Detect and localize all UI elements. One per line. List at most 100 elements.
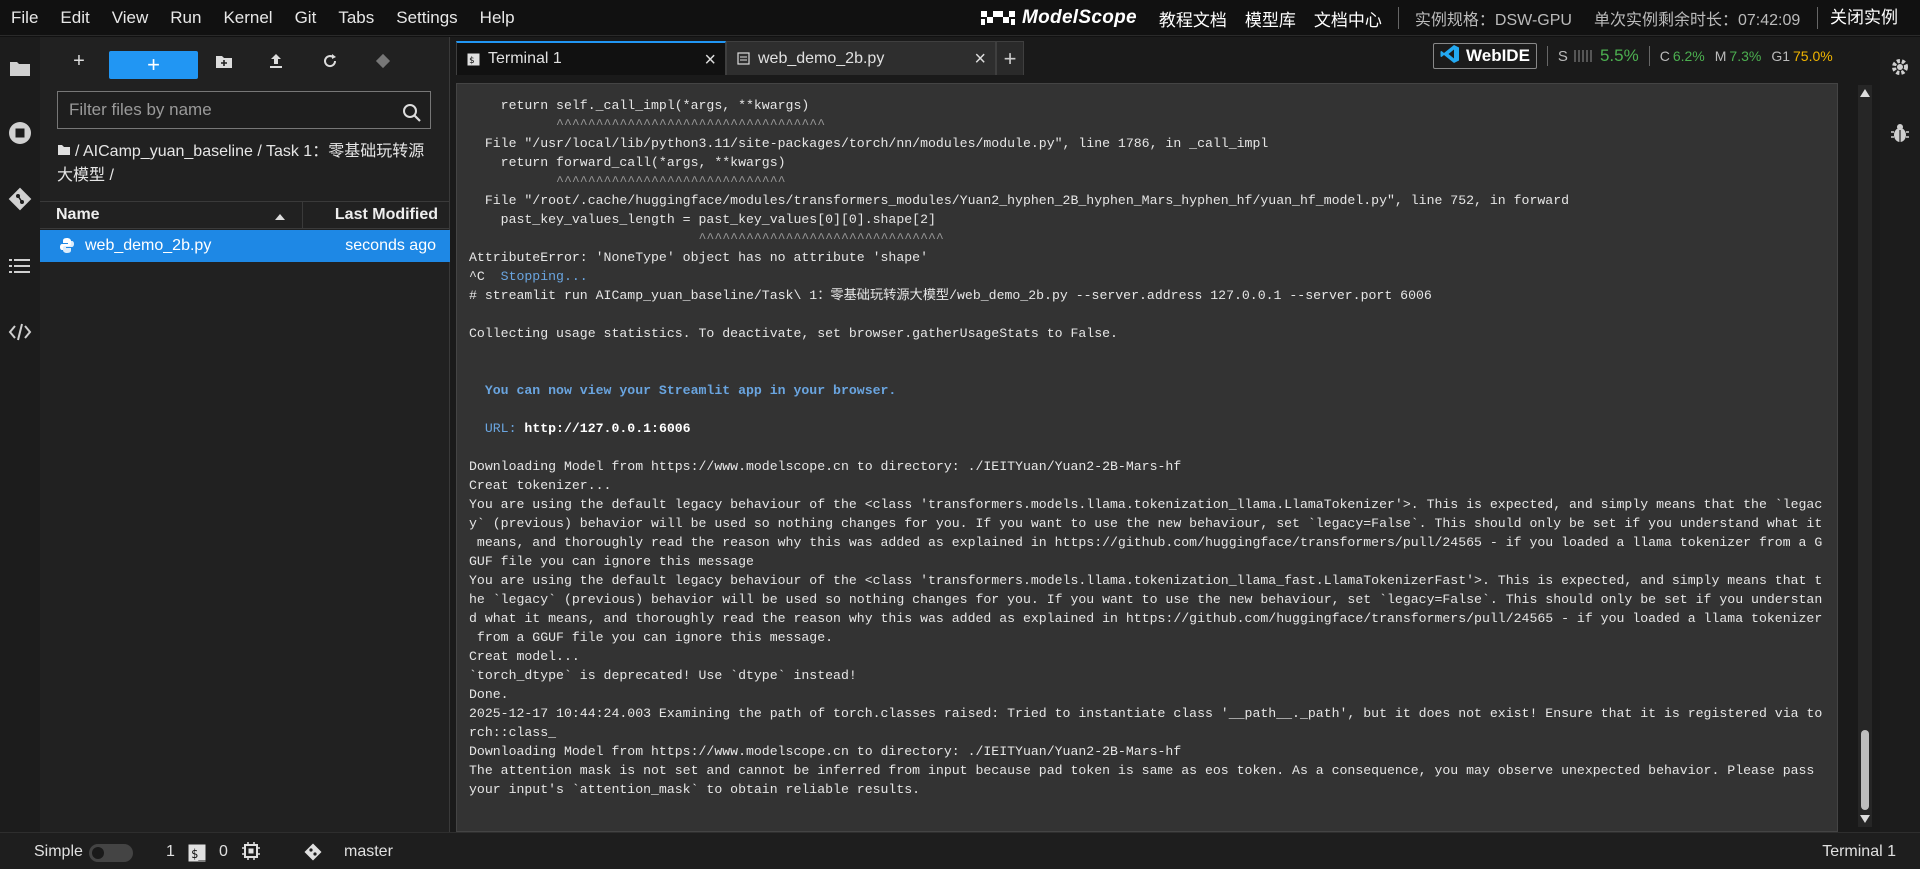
s-meter-value: 5.5% xyxy=(1599,46,1639,65)
file-name: web_demo_2b.py xyxy=(85,237,212,254)
menu-file[interactable]: File xyxy=(0,0,49,36)
terminal-line: means, and thoroughly read the reason wh… xyxy=(469,535,1823,550)
terminal-icon: $ xyxy=(467,53,480,66)
terminal-line: past_key_values_length = past_key_values… xyxy=(469,212,936,227)
filter-placeholder: Filter files by name xyxy=(69,100,212,119)
terminal-status-icon[interactable]: $_ xyxy=(188,844,206,867)
file-list-item[interactable]: web_demo_2b.py seconds ago xyxy=(40,230,450,262)
terminal-line: d what it means, and thoroughly read the… xyxy=(469,611,1823,626)
python-icon xyxy=(59,237,75,259)
list-icon[interactable] xyxy=(6,252,34,280)
modelscope-logo[interactable]: ModelScope xyxy=(980,7,1137,29)
modelscope-logo-text: ModelScope xyxy=(1022,7,1137,28)
tab-label: web_demo_2b.py xyxy=(758,49,885,67)
left-activity-rail xyxy=(0,37,40,832)
terminal-line: ^^^^^^^^^^^^^^^^^^^^^^^^^^^^^^^^^^ xyxy=(469,117,826,132)
filter-files-input[interactable]: Filter files by name xyxy=(57,91,431,129)
right-activity-rail xyxy=(1880,37,1920,832)
new-launcher-button[interactable]: + xyxy=(109,51,198,79)
terminal-line: AttributeError: 'NoneType' object has no… xyxy=(469,250,928,265)
new-file-icon[interactable]: + xyxy=(65,48,93,74)
meter-divider xyxy=(1546,46,1548,66)
code-icon[interactable] xyxy=(6,318,34,346)
terminal-line: `torch_dtype` is deprecated! Use `dtype`… xyxy=(469,668,857,683)
breadcrumb-folder-icon[interactable] xyxy=(57,140,71,164)
s-meter-bars xyxy=(1573,50,1592,62)
terminal-line: Creat tokenizer... xyxy=(469,478,612,493)
breadcrumb: / AICamp_yuan_baseline / Task 1：零基础玩转源大模… xyxy=(57,140,437,188)
menu-settings[interactable]: Settings xyxy=(385,0,468,36)
sort-ascending-icon xyxy=(274,208,286,226)
g-meter-label: G1 xyxy=(1771,48,1791,64)
terminal-line: ^C Stopping... xyxy=(469,269,588,284)
webide-label: WebIDE xyxy=(1466,46,1530,65)
menu-view[interactable]: View xyxy=(101,0,160,36)
link-docs[interactable]: 文档中心 xyxy=(1314,6,1382,31)
scroll-up-icon[interactable] xyxy=(1860,89,1870,97)
git-branch-icon[interactable] xyxy=(303,842,323,867)
resource-monitor: WebIDE S 5.5% C 6.2% M 7.3% G1 75.0% xyxy=(1433,41,1833,71)
tab-bar: $ Terminal 1 × web_demo_2b.py × + xyxy=(456,41,1024,75)
webide-button[interactable]: WebIDE xyxy=(1433,43,1537,69)
terminal-line: Collecting usage statistics. To deactiva… xyxy=(469,326,1118,341)
close-divider xyxy=(1817,7,1818,29)
link-model-hub[interactable]: 模型库 xyxy=(1245,6,1296,31)
upload-icon[interactable] xyxy=(262,48,290,74)
menu-tabs[interactable]: Tabs xyxy=(327,0,385,36)
scroll-down-icon[interactable] xyxy=(1860,815,1870,823)
bug-icon[interactable] xyxy=(1886,119,1914,147)
folder-icon[interactable] xyxy=(6,54,34,82)
terminal-line: your input's `attention_mask` to obtain … xyxy=(469,782,921,797)
vscode-icon xyxy=(1440,44,1460,69)
menu-help[interactable]: Help xyxy=(469,0,526,36)
breadcrumb-path[interactable]: / AICamp_yuan_baseline / Task 1：零基础玩转源大模… xyxy=(57,143,424,184)
refresh-icon[interactable] xyxy=(316,48,344,74)
menu-edit[interactable]: Edit xyxy=(49,0,100,36)
menu-git[interactable]: Git xyxy=(284,0,328,36)
terminals-count[interactable]: 1 xyxy=(166,843,175,861)
file-browser-toolbar: + + xyxy=(40,43,450,79)
terminal-line: return self._call_impl(*args, **kwargs) xyxy=(469,98,810,113)
kernels-count[interactable]: 0 xyxy=(219,843,228,861)
gear-icon[interactable] xyxy=(1886,53,1914,81)
terminal-line: Done. xyxy=(469,687,509,702)
terminal-line: ^^^^^^^^^^^^^^^^^^^^^^^^^^^^^^^ xyxy=(469,231,944,246)
terminal-line: Downloading Model from https://www.model… xyxy=(469,744,1182,759)
kernel-status-icon[interactable] xyxy=(242,842,260,865)
g-meter-value: 75.0% xyxy=(1793,48,1833,64)
close-icon[interactable]: × xyxy=(974,48,986,71)
s-meter-label: S xyxy=(1557,47,1568,65)
menu-run[interactable]: Run xyxy=(159,0,212,36)
column-name[interactable]: Name xyxy=(56,206,100,224)
column-divider[interactable] xyxy=(302,202,303,228)
new-folder-icon[interactable] xyxy=(210,48,238,74)
terminal-line: File "/root/.cache/huggingface/modules/t… xyxy=(469,193,1570,208)
git-branch-name[interactable]: master xyxy=(344,843,393,861)
tab-label: Terminal 1 xyxy=(488,50,562,67)
terminal-panel[interactable]: return self._call_impl(*args, **kwargs) … xyxy=(456,83,1838,832)
terminal-line: y` (previous) behavior will be used so n… xyxy=(469,516,1823,531)
column-last-modified[interactable]: Last Modified xyxy=(335,206,438,224)
svg-text:$: $ xyxy=(469,56,474,66)
close-instance-button[interactable]: 关闭实例 xyxy=(1830,0,1898,36)
stop-circle-icon[interactable] xyxy=(6,119,34,147)
terminal-scrollbar[interactable] xyxy=(1858,85,1872,827)
tab-web-demo-2b[interactable]: web_demo_2b.py × xyxy=(726,41,996,75)
terminal-output: return self._call_impl(*args, **kwargs) … xyxy=(469,96,1823,799)
remaining-time: 单次实例剩余时长：07:42:09 xyxy=(1593,12,1801,29)
tab-terminal-1[interactable]: $ Terminal 1 × xyxy=(456,41,726,75)
git-clone-icon[interactable] xyxy=(369,48,397,74)
link-tutorials[interactable]: 教程文档 xyxy=(1159,6,1227,31)
scrollbar-thumb[interactable] xyxy=(1861,730,1869,810)
menu-kernel[interactable]: Kernel xyxy=(212,0,283,36)
search-icon xyxy=(402,100,422,136)
git-icon[interactable] xyxy=(6,185,34,213)
terminal-line: Creat model... xyxy=(469,649,580,664)
add-tab-button[interactable]: + xyxy=(996,41,1024,75)
c-meter-value: 6.2% xyxy=(1672,48,1705,64)
close-icon[interactable]: × xyxy=(704,49,716,72)
simple-mode-toggle[interactable] xyxy=(89,844,133,862)
terminal-line: rch::class_ xyxy=(469,725,557,740)
